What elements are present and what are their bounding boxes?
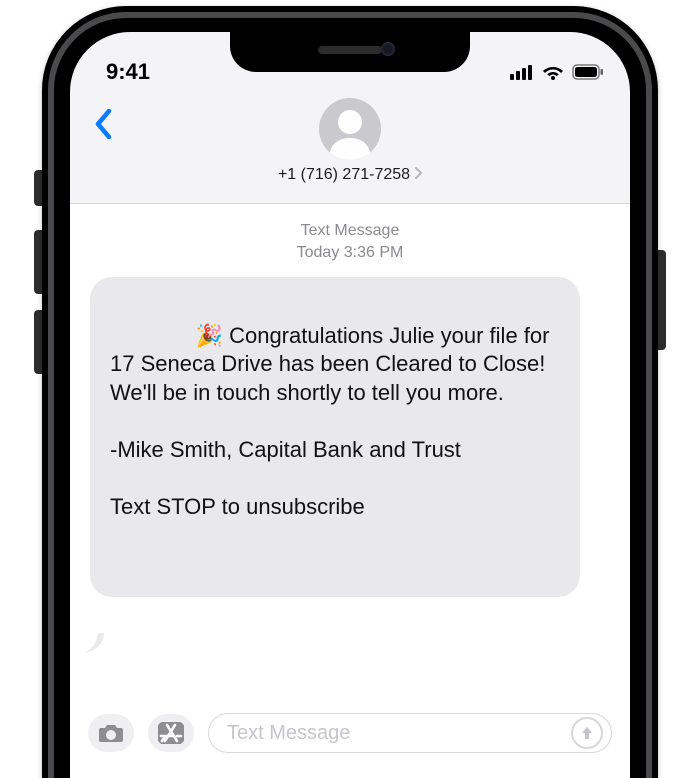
contact-phone-number: +1 (716) 271-7258 (278, 166, 410, 184)
contact-info-button[interactable]: +1 (716) 271-7258 (278, 166, 422, 184)
phone-frame: 9:41 (42, 6, 658, 778)
wifi-icon (542, 64, 564, 80)
back-button[interactable] (84, 104, 124, 144)
incoming-message-bubble[interactable]: 🎉 Congratulations Julie your file for 17… (90, 277, 580, 597)
battery-icon (572, 64, 604, 80)
arrow-up-icon (579, 725, 595, 741)
message-day: Today (297, 244, 340, 261)
app-store-button[interactable] (148, 714, 194, 752)
chevron-left-icon (94, 108, 114, 140)
status-bar: 9:41 (70, 32, 630, 92)
cellular-signal-icon (510, 64, 534, 80)
thread-timestamp: Text Message Today 3:36 PM (90, 220, 610, 263)
compose-bar (70, 700, 630, 778)
message-time: 3:36 PM (344, 244, 404, 261)
bubble-tail-icon (84, 575, 104, 595)
status-time: 9:41 (106, 59, 150, 85)
chevron-right-icon (414, 166, 422, 184)
message-input[interactable] (225, 721, 571, 746)
message-type-label: Text Message (90, 220, 610, 242)
send-button[interactable] (571, 717, 603, 749)
conversation-thread: Text Message Today 3:36 PM 🎉 Congratulat… (70, 204, 630, 700)
conversation-header: +1 (716) 271-7258 (70, 92, 630, 204)
camera-button[interactable] (88, 714, 134, 752)
message-text: 🎉 Congratulations Julie your file for 17… (110, 323, 556, 520)
phone-screen: 9:41 (70, 32, 630, 778)
message-input-container (208, 713, 612, 753)
person-silhouette-icon (319, 98, 381, 160)
app-store-icon (158, 722, 184, 744)
camera-icon (98, 722, 124, 744)
contact-avatar[interactable] (319, 98, 381, 160)
